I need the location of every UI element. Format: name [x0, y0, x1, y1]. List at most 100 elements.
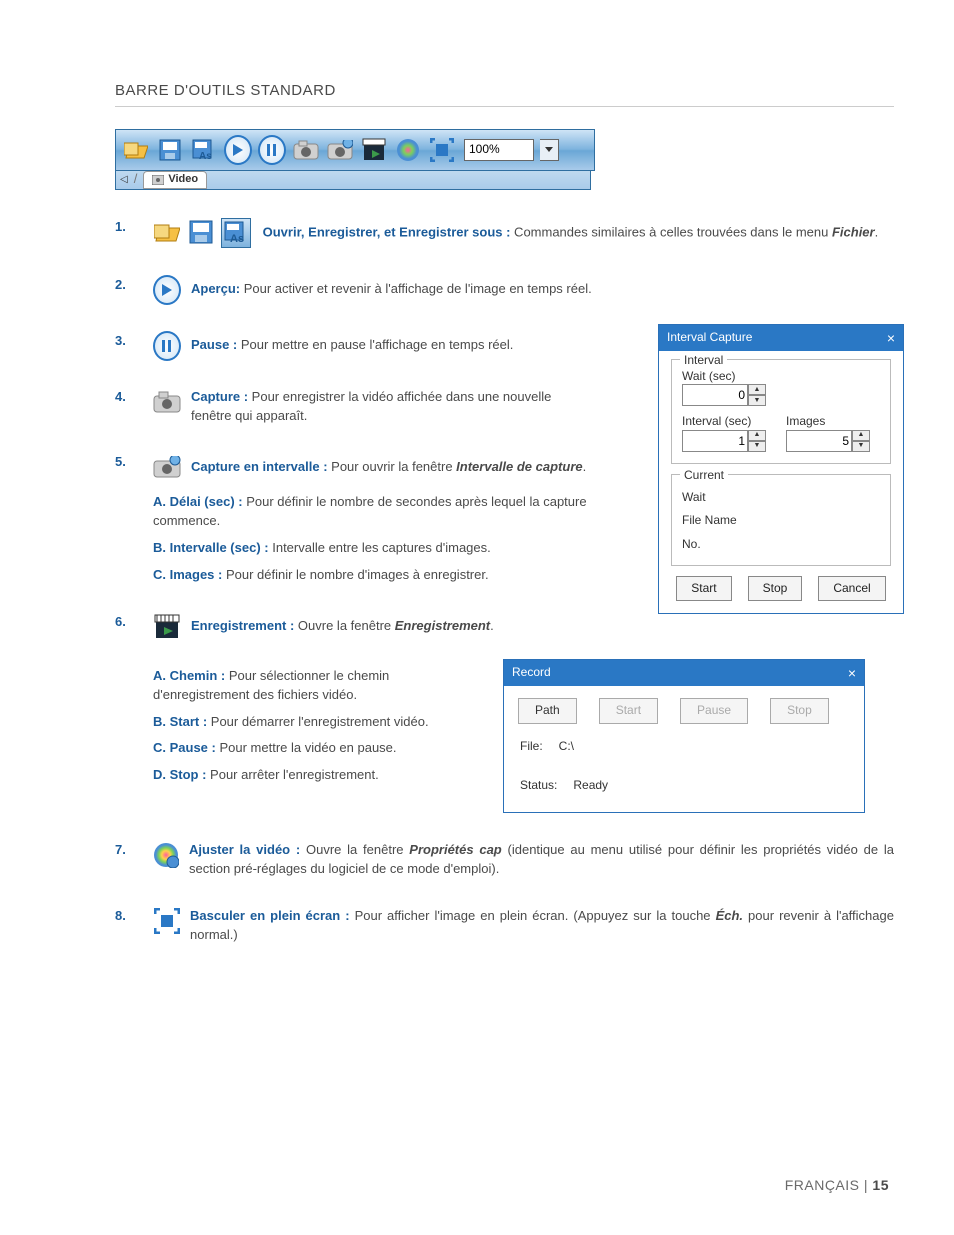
start-button[interactable]: Start [599, 698, 658, 723]
footer-page: 15 [872, 1177, 889, 1193]
item-number: 6. [115, 613, 137, 632]
capture-icon [153, 388, 181, 416]
capture-icon [292, 136, 320, 164]
record-dialog: Record × Path Start Pause Stop File: C:\ [503, 659, 865, 813]
file-value: C:\ [559, 738, 574, 755]
item-number: 8. [115, 907, 137, 926]
tab-video[interactable]: Video [143, 171, 207, 189]
stop-button[interactable]: Stop [748, 576, 803, 601]
sub-lead: A. Chemin : [153, 668, 225, 683]
close-icon[interactable]: × [848, 663, 856, 683]
open-icon [122, 136, 150, 164]
spinner-buttons[interactable]: ▲▼ [748, 384, 766, 406]
item-body: Pour mettre en pause l'affichage en temp… [237, 337, 513, 352]
svg-text:As: As [230, 233, 244, 245]
sub-lead: A. Délai (sec) : [153, 494, 243, 509]
group-label: Current [680, 467, 728, 484]
dialog-title: Interval Capture [667, 329, 752, 346]
item-tail: . [490, 618, 494, 633]
item-body: Ouvre la fenêtre [294, 618, 394, 633]
sub-body: Pour arrêter l'enregistrement. [206, 767, 378, 782]
item-lead: Aperçu: [191, 281, 240, 296]
pause-icon [153, 332, 181, 360]
toolbar-figure: As 100% [115, 129, 595, 190]
interval-capture-icon [153, 453, 181, 481]
play-icon [224, 136, 252, 164]
wait-label: Wait (sec) [682, 368, 880, 385]
item-bold: Fichier [832, 224, 875, 239]
sub-lead: C. Pause : [153, 740, 216, 755]
path-button[interactable]: Path [518, 698, 577, 723]
interval-label: Interval (sec) [682, 413, 766, 430]
item-lead: Basculer en plein écran : [190, 908, 350, 923]
sub-lead: B. Intervalle (sec) : [153, 540, 269, 555]
zoom-dropdown[interactable] [540, 139, 559, 161]
current-wait-label: Wait [682, 489, 706, 506]
item-number: 1. [115, 218, 137, 237]
stop-button[interactable]: Stop [770, 698, 829, 723]
item-bold: Éch. [716, 908, 743, 923]
interval-input[interactable] [682, 430, 748, 452]
item-lead: Capture : [191, 389, 248, 404]
item-number: 3. [115, 332, 137, 351]
status-label: Status: [520, 777, 557, 794]
footer-lang: FRANÇAIS [785, 1177, 860, 1193]
item-bold: Propriétés cap [409, 842, 501, 857]
current-filename-label: File Name [682, 512, 737, 529]
sub-lead: B. Start : [153, 714, 207, 729]
group-label: Interval [680, 352, 727, 369]
status-value: Ready [573, 777, 608, 794]
dialog-title: Record [512, 664, 551, 681]
zoom-field[interactable]: 100% [464, 139, 534, 161]
spinner-buttons[interactable]: ▲▼ [852, 430, 870, 452]
save-as-icon: As [190, 136, 218, 164]
item-tail: . [875, 224, 879, 239]
images-input[interactable] [786, 430, 852, 452]
section-heading: BARRE D'OUTILS STANDARD [115, 80, 894, 107]
item-lead: Capture en intervalle : [191, 459, 328, 474]
sub-body: Pour démarrer l'enregistrement vidéo. [207, 714, 428, 729]
open-icon [153, 218, 181, 246]
item-bold: Intervalle de capture [456, 459, 582, 474]
item-number: 5. [115, 453, 137, 472]
item-lead: Ajuster la vidéo : [189, 842, 300, 857]
item-lead: Enregistrement : [191, 618, 294, 633]
file-label: File: [520, 738, 543, 755]
cancel-button[interactable]: Cancel [818, 576, 885, 601]
item-bold: Enregistrement [395, 618, 490, 633]
item-body: Pour activer et revenir à l'affichage de… [240, 281, 592, 296]
sub-body: Intervalle entre les captures d'images. [269, 540, 491, 555]
spinner-buttons[interactable]: ▲▼ [748, 430, 766, 452]
item-lead: Ouvrir, Enregistrer, et Enregistrer sous… [263, 224, 511, 239]
pause-button[interactable]: Pause [680, 698, 748, 723]
current-no-label: No. [682, 536, 701, 553]
tab-video-label: Video [168, 172, 198, 188]
images-label: Images [786, 413, 870, 430]
interval-capture-dialog: Interval Capture × Interval Wait (sec) ▲… [658, 324, 904, 615]
wait-input[interactable] [682, 384, 748, 406]
sub-body: Pour définir le nombre d'images à enregi… [222, 567, 488, 582]
record-icon [153, 613, 181, 641]
fullscreen-icon [153, 907, 180, 935]
item-body: Commandes similaires à celles trouvées d… [510, 224, 832, 239]
item-body: Pour afficher l'image en plein écran. (A… [350, 908, 716, 923]
page-footer: FRANÇAIS | 15 [785, 1175, 889, 1195]
sub-lead: D. Stop : [153, 767, 206, 782]
sub-body: Pour mettre la vidéo en pause. [216, 740, 397, 755]
pause-icon [258, 136, 286, 164]
footer-sep: | [860, 1177, 873, 1193]
start-button[interactable]: Start [676, 576, 731, 601]
tab-back-arrow[interactable]: ◁ [120, 173, 128, 188]
item-number: 7. [115, 841, 137, 860]
item-tail: . [583, 459, 587, 474]
fullscreen-icon [428, 136, 456, 164]
video-adjust-icon [153, 841, 179, 869]
item-number: 2. [115, 276, 137, 295]
record-icon [360, 136, 388, 164]
svg-text:As: As [199, 151, 212, 161]
close-icon[interactable]: × [887, 328, 895, 348]
item-number: 4. [115, 388, 137, 407]
play-icon [153, 276, 181, 304]
save-icon [187, 218, 215, 246]
sub-lead: C. Images : [153, 567, 222, 582]
